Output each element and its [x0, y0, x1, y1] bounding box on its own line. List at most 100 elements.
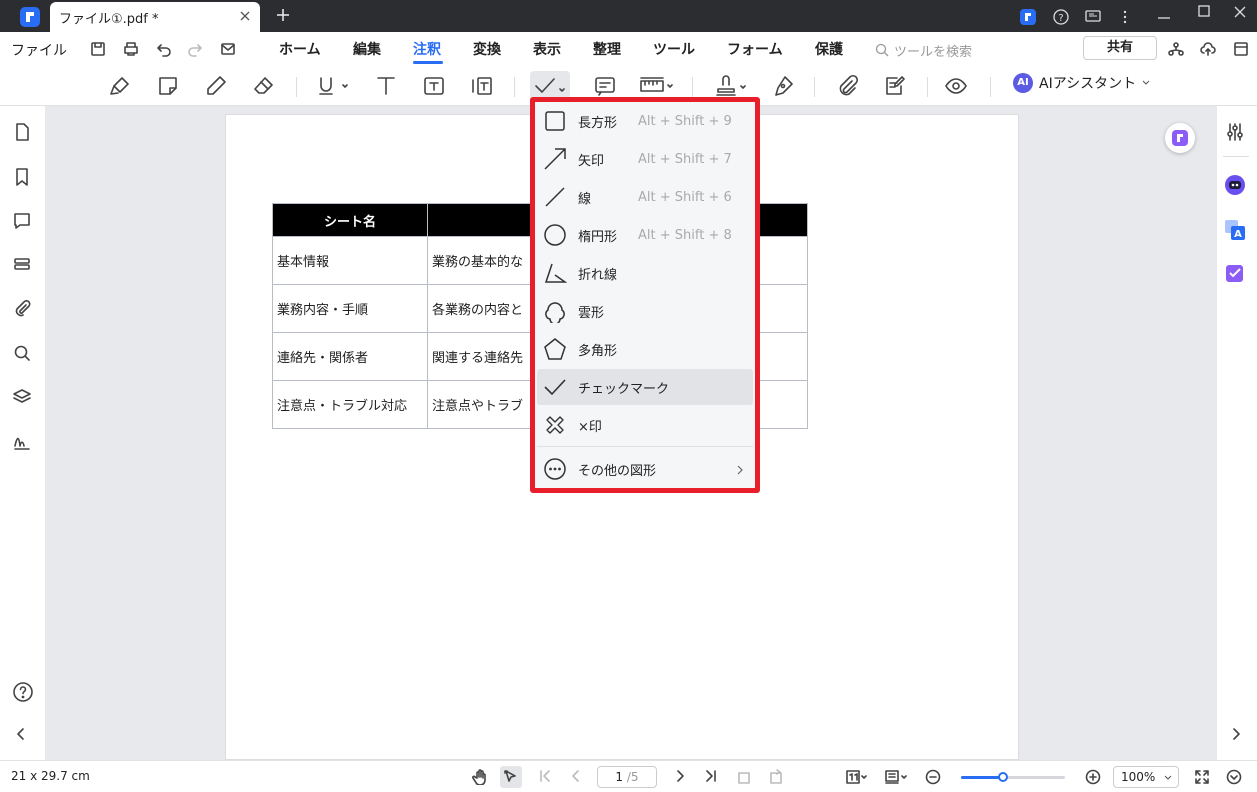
- new-tab-icon[interactable]: [276, 8, 290, 22]
- zoom-slider-handle[interactable]: [997, 772, 1008, 782]
- tool-search[interactable]: ツールを検索: [875, 41, 972, 60]
- collapse-status-icon[interactable]: [1226, 769, 1242, 785]
- search-panel-icon[interactable]: [12, 343, 32, 363]
- layers-list-icon[interactable]: [12, 255, 32, 275]
- pencil-tool[interactable]: [201, 71, 231, 101]
- signature-tool[interactable]: [768, 71, 798, 101]
- help-circle-icon[interactable]: [12, 681, 34, 703]
- tab-organize[interactable]: 整理: [593, 39, 621, 59]
- tab-tools[interactable]: ツール: [653, 39, 695, 59]
- close-window-icon[interactable]: [1232, 4, 1248, 20]
- file-menu[interactable]: ファイル: [11, 40, 67, 60]
- signature-panel-icon[interactable]: [12, 431, 32, 451]
- panel-toggle-icon[interactable]: [1233, 41, 1249, 57]
- active-tab-indicator: [413, 61, 443, 64]
- collapse-left-icon[interactable]: [15, 727, 27, 741]
- tab-form[interactable]: フォーム: [727, 39, 783, 59]
- ai-robot-icon[interactable]: [1224, 174, 1246, 196]
- save-icon[interactable]: [90, 41, 106, 57]
- attach-tool[interactable]: [832, 71, 862, 101]
- zoom-in-icon[interactable]: [1085, 769, 1101, 785]
- checkmark-icon: [535, 78, 565, 93]
- tab-edit[interactable]: 編集: [353, 39, 381, 59]
- menu-item-polygon[interactable]: 多角形: [537, 331, 753, 367]
- cloud-icon: [545, 302, 565, 323]
- tab-protect[interactable]: 保護: [815, 39, 843, 59]
- email-icon[interactable]: [220, 41, 236, 57]
- redo-icon[interactable]: [187, 41, 203, 57]
- translate-icon[interactable]: A: [1224, 219, 1246, 241]
- callout-tool[interactable]: [467, 71, 497, 101]
- table-cell: 注意点・トラブル対応: [272, 380, 428, 429]
- menu-item-shortcut: Alt + Shift + 7: [638, 151, 732, 167]
- form-note-tool[interactable]: [880, 71, 910, 101]
- menu-item-arrow[interactable]: 矢印 Alt + Shift + 7: [537, 141, 753, 177]
- svg-text:?: ?: [1058, 13, 1063, 24]
- select-tool-icon[interactable]: [500, 766, 522, 788]
- task-check-icon[interactable]: [1224, 262, 1246, 284]
- rotate-left-icon[interactable]: [736, 769, 752, 785]
- help-icon[interactable]: ?: [1052, 8, 1070, 26]
- menu-item-checkmark[interactable]: チェックマーク: [537, 369, 753, 405]
- fullscreen-icon[interactable]: [1194, 769, 1210, 785]
- menu-item-ellipse[interactable]: 楕円形 Alt + Shift + 8: [537, 217, 753, 253]
- ai-assistant-button[interactable]: AI AIアシスタント: [1013, 73, 1150, 93]
- page-thumbnail-icon[interactable]: [12, 122, 32, 142]
- more-options-icon[interactable]: [1116, 8, 1134, 26]
- upload-cloud-icon[interactable]: [1200, 41, 1216, 57]
- sticky-note-tool[interactable]: [153, 71, 183, 101]
- tab-annotate[interactable]: 注釈: [413, 39, 441, 59]
- rotate-right-icon[interactable]: [768, 769, 784, 785]
- maximize-icon[interactable]: [1196, 3, 1212, 19]
- minimize-icon[interactable]: [1156, 8, 1172, 24]
- menu-item-label: 長方形: [578, 115, 618, 131]
- collaborate-icon[interactable]: [1168, 41, 1184, 57]
- menu-item-line[interactable]: 線 Alt + Shift + 6: [537, 179, 753, 215]
- zoom-level-select[interactable]: 100%: [1113, 766, 1179, 788]
- document-tab[interactable]: ファイル①.pdf *: [50, 2, 260, 32]
- view-annotations-tool[interactable]: [941, 71, 971, 101]
- sidebar-divider: [1223, 156, 1249, 157]
- menu-item-polyline[interactable]: 折れ線: [537, 255, 753, 291]
- previous-page-icon[interactable]: [569, 769, 583, 783]
- menu-item-cross[interactable]: ×印: [537, 407, 753, 443]
- next-page-icon[interactable]: [673, 769, 687, 783]
- print-icon[interactable]: [123, 41, 139, 57]
- tab-view[interactable]: 表示: [533, 39, 561, 59]
- bookmark-icon[interactable]: [12, 167, 32, 187]
- zoom-out-icon[interactable]: [925, 769, 941, 785]
- title-bar: ファイル①.pdf * ?: [0, 0, 1257, 32]
- highlight-tool[interactable]: [105, 71, 135, 101]
- brand-icon[interactable]: [1019, 8, 1037, 26]
- comment-panel-icon[interactable]: [12, 211, 32, 231]
- first-page-icon[interactable]: [538, 769, 552, 783]
- menu-item-cloud[interactable]: 雲形: [537, 293, 753, 329]
- eraser-tool[interactable]: [249, 71, 279, 101]
- menu-item-rectangle[interactable]: 長方形 Alt + Shift + 9: [537, 103, 753, 139]
- fit-page-icon[interactable]: [846, 769, 868, 785]
- layers-icon[interactable]: [12, 387, 32, 407]
- chevron-down-icon: [1164, 775, 1172, 780]
- tab-home[interactable]: ホーム: [279, 39, 321, 59]
- underline-tool[interactable]: [315, 71, 351, 101]
- share-button[interactable]: 共有: [1083, 36, 1157, 60]
- textbox-tool[interactable]: [419, 71, 449, 101]
- hand-tool-icon[interactable]: [472, 769, 488, 785]
- properties-icon[interactable]: [1225, 122, 1245, 142]
- menu-item-more-shapes[interactable]: その他の図形: [537, 451, 753, 487]
- zoom-slider[interactable]: [961, 772, 1065, 782]
- close-tab-icon[interactable]: [239, 10, 251, 22]
- attachment-panel-icon[interactable]: [12, 299, 32, 319]
- menu-item-label: 折れ線: [578, 267, 618, 283]
- floating-assistant-icon[interactable]: [1165, 123, 1195, 153]
- tab-convert[interactable]: 変換: [473, 39, 501, 59]
- page-number-input[interactable]: 1 /5: [597, 766, 657, 788]
- text-tool[interactable]: [371, 71, 401, 101]
- menu-item-shortcut: Alt + Shift + 6: [638, 189, 732, 205]
- collapse-right-icon[interactable]: [1230, 727, 1242, 741]
- feedback-icon[interactable]: [1084, 8, 1102, 26]
- page-layout-icon[interactable]: [884, 769, 910, 785]
- last-page-icon[interactable]: [704, 769, 718, 783]
- line-icon: [545, 187, 565, 207]
- undo-icon[interactable]: [156, 41, 172, 57]
